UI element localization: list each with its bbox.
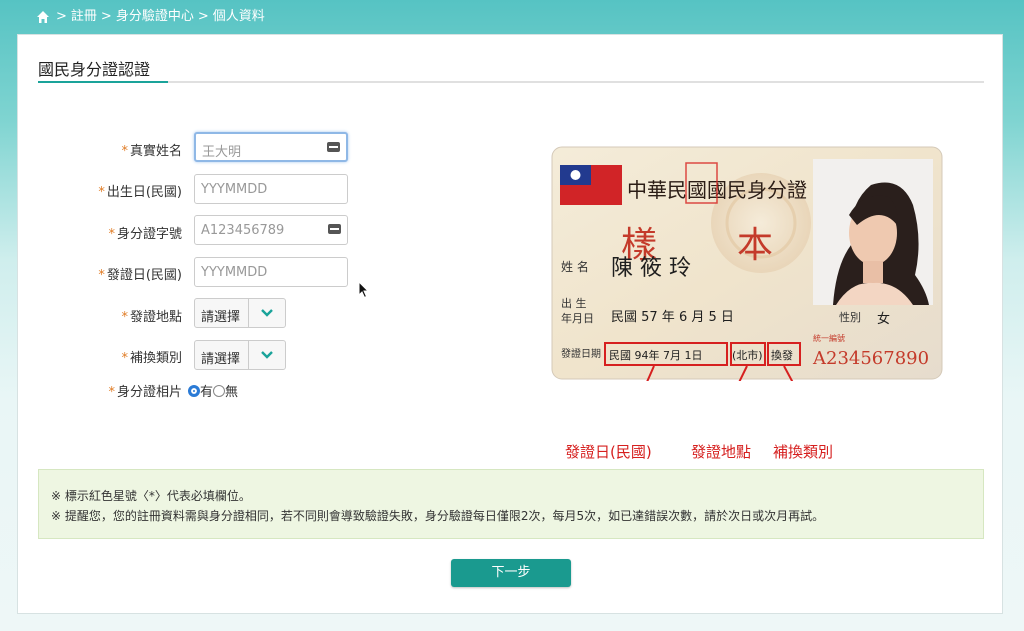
title-divider (38, 81, 984, 83)
breadcrumb-separator: > (197, 9, 209, 24)
sample-char-2: 本 (737, 225, 773, 266)
photo-no-label: 無 (225, 385, 239, 400)
callout-issue-date: 發證日(民國) (565, 443, 652, 461)
issue-type-value: 請選擇 (201, 352, 241, 367)
card-issue-place-value: (北市) (732, 348, 763, 362)
card-birth-label-1: 出 生 (561, 296, 587, 310)
home-icon[interactable] (36, 10, 50, 24)
card-name-value: 陳 筱 玲 (611, 256, 691, 281)
keyboard-icon[interactable] (327, 142, 340, 152)
photo-radio-group: 有 無 (188, 381, 238, 400)
card-birth-label-2: 年月日 (561, 311, 594, 325)
notice-box: ※ 標示紅色星號〈*〉代表必填欄位。 ※ 提醒您，您的註冊資料需與身分證相同，若… (38, 469, 984, 539)
card-gender-value: 女 (877, 311, 890, 327)
breadcrumb-item-register[interactable]: 註冊 (71, 9, 97, 25)
photo-yes-radio[interactable] (188, 384, 200, 397)
mouse-cursor-icon (358, 280, 370, 303)
breadcrumb-separator: > (100, 9, 112, 24)
card-birth-value: 民國 57 年 6 月 5 日 (611, 310, 734, 325)
card-id-number: A234567890 (812, 348, 929, 369)
section-title: 國民身分證認證 (38, 60, 151, 79)
id-card-sample: 中華民國國民身分證 樣 本 姓 名 陳 筱 玲 出 生 年月日 民國 57 年 … (551, 145, 943, 461)
notice-required: ※ 標示紅色星號〈*〉代表必填欄位。 (51, 489, 251, 503)
name-input[interactable]: 王大明 (194, 132, 348, 162)
keyboard-icon[interactable] (328, 224, 341, 234)
breadcrumb-item-personal: 個人資料 (212, 9, 265, 24)
card-name-label: 姓 名 (561, 259, 589, 274)
card-unified-label: 統一編號 (813, 333, 845, 343)
next-button[interactable]: 下一步 (451, 559, 571, 587)
title-accent-line (38, 81, 168, 83)
photo-no-radio[interactable] (213, 384, 226, 397)
card-issue-type-value: 換發 (771, 348, 793, 362)
birth-label: * 出生日(民國) (98, 185, 182, 200)
breadcrumb-separator: > (56, 9, 67, 24)
issue-type-select[interactable]: 請選擇 (194, 340, 286, 370)
issue-place-value: 請選擇 (201, 310, 241, 325)
portrait-photo (813, 159, 933, 305)
name-label: * 真實姓名 (121, 144, 182, 159)
issue-place-select[interactable]: 請選擇 (194, 298, 286, 328)
id-number-label: * 身分證字號 (108, 227, 182, 242)
card-issue-date-value: 民國 94年 7月 1日 (609, 348, 702, 362)
flag-icon (560, 165, 622, 205)
photo-yes-label: 有 (200, 385, 214, 400)
breadcrumb-item-verify-center[interactable]: 身分驗證中心 (116, 9, 194, 25)
issue-place-label: * 發證地點 (121, 310, 182, 325)
id-number-input[interactable]: A123456789 (194, 215, 348, 245)
card-issue-label: 發證日期 (561, 347, 601, 360)
issue-date-input[interactable]: YYYMMDD (194, 257, 348, 287)
birth-input[interactable]: YYYMMDD (194, 174, 348, 204)
issue-type-label: * 補換類別 (121, 351, 182, 366)
chevron-down-icon[interactable] (248, 341, 285, 369)
callout-issue-type: 補換類別 (773, 443, 834, 461)
main-panel: 國民身分證認證 * 真實姓名 王大明 * 出生日(民國) YYYMMDD * 身分證字… (17, 34, 1003, 614)
card-gender-label: 性別 (839, 310, 861, 324)
callout-issue-place: 發證地點 (691, 443, 752, 461)
top-bar: > 註冊 > 身分驗證中心 > 個人資料 (0, 0, 1024, 34)
photo-label: * 身分證相片 (108, 385, 182, 400)
breadcrumb: > 註冊 > 身分驗證中心 > 個人資料 (36, 9, 265, 25)
issue-date-label: * 發證日(民國) (98, 268, 182, 283)
chevron-down-icon[interactable] (248, 299, 285, 327)
notice-reminder: ※ 提醒您，您的註冊資料需與身分證相同，若不同則會導致驗證失敗，身分驗證每日僅限… (51, 509, 825, 523)
